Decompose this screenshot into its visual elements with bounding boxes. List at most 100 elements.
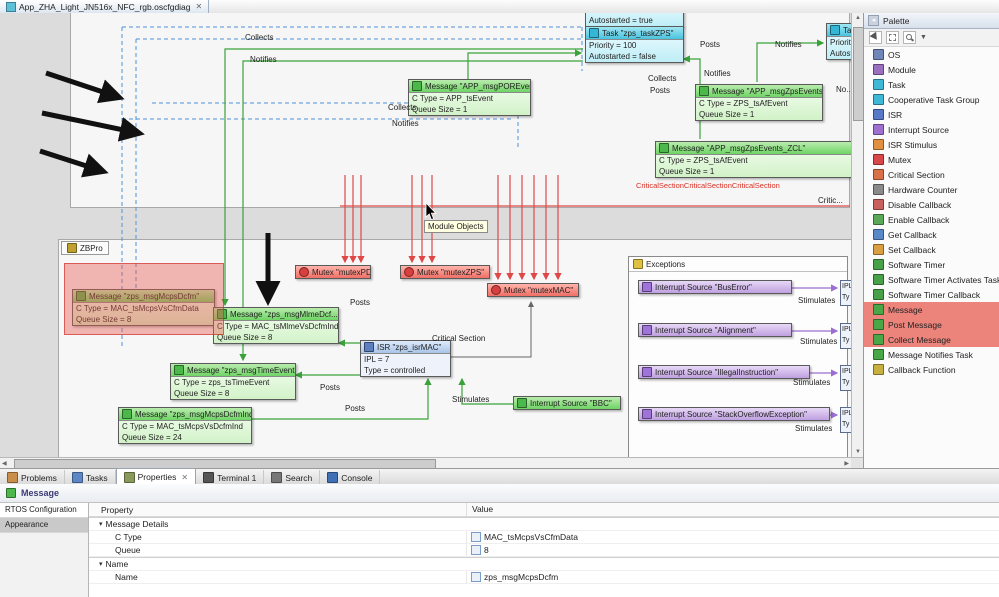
properties-nav: RTOS Configuration Appearance xyxy=(0,503,89,597)
select-tool-icon[interactable] xyxy=(869,31,882,44)
interrupt-source-icon xyxy=(873,124,884,135)
properties-nav-item[interactable]: RTOS Configuration xyxy=(0,503,88,518)
mutex-icon xyxy=(404,267,414,277)
close-icon[interactable]: ✕ xyxy=(196,2,203,11)
isr-node-clipped[interactable]: IPLTy xyxy=(840,323,851,349)
palette-item[interactable]: Message Notifies Task xyxy=(864,347,999,362)
palette-item[interactable]: ISR xyxy=(864,107,999,122)
interrupt-source-node-illegalinstruction[interactable]: Interrupt Source "IllegalInstruction" xyxy=(638,365,810,379)
task-node-right-clipped[interactable]: Task "z Priority = Autostar xyxy=(826,23,851,60)
property-row[interactable]: ▾ Queue 8 xyxy=(89,544,999,557)
palette-item[interactable]: ISR Stimulus xyxy=(864,137,999,152)
property-value-cell[interactable] xyxy=(466,518,999,530)
palette-item[interactable]: Get Callback xyxy=(864,227,999,242)
hardware-counter-icon xyxy=(873,184,884,195)
property-row[interactable]: ▾ Message Details xyxy=(89,517,999,531)
isr-node-clipped[interactable]: IPLTy xyxy=(840,407,851,433)
palette-item[interactable]: Message xyxy=(864,302,999,317)
palette-item[interactable]: Collect Message xyxy=(864,332,999,347)
cooperative-task-group-icon xyxy=(873,94,884,105)
mutex-node-mutexpdum[interactable]: Mutex "mutexPD..." xyxy=(295,265,371,279)
editor-tab-bar: App_ZHA_Light_JN516x_NFC_rgb.oscfgdiag ✕ xyxy=(0,0,999,14)
palette-item[interactable]: Enable Callback xyxy=(864,212,999,227)
palette-item[interactable]: Mutex xyxy=(864,152,999,167)
expand-triangle-icon[interactable]: ▾ xyxy=(99,560,103,568)
palette-item[interactable]: Software Timer Activates Task xyxy=(864,272,999,287)
palette-item[interactable]: Callback Function xyxy=(864,362,999,377)
palette-item[interactable]: Software Timer xyxy=(864,257,999,272)
palette-item[interactable]: Set Callback xyxy=(864,242,999,257)
property-value-cell[interactable]: MAC_tsMcpsVsCfmData xyxy=(466,531,999,543)
interrupt-source-node-buserror[interactable]: Interrupt Source "BusError" xyxy=(638,280,792,294)
message-node-app-msgporevents[interactable]: Message "APP_msgPOREven..." C Type = APP… xyxy=(408,79,531,116)
property-value-cell[interactable]: 8 xyxy=(466,544,999,556)
isr-node-clipped[interactable]: IPLTy xyxy=(840,365,851,391)
software-timer-icon xyxy=(873,259,884,270)
message-icon xyxy=(873,304,884,315)
property-row[interactable]: ▾ Name xyxy=(89,557,999,571)
message-node-zps-msgmlmedcfm[interactable]: Message "zps_msgMlmeDcf..." C Type = MAC… xyxy=(213,307,339,344)
mutex-icon xyxy=(873,154,884,165)
problems-icon xyxy=(7,472,18,483)
properties-table: Property Value ▾ Message Details C Type … xyxy=(89,503,999,597)
view-tab[interactable]: Console ✕ xyxy=(320,470,381,485)
view-tab[interactable]: Properties ✕ xyxy=(115,468,197,485)
interrupt-source-node-stackoverflowexception[interactable]: Interrupt Source "StackOverflowException… xyxy=(638,407,830,421)
mutex-node-mutexmac[interactable]: Mutex "mutexMAC" xyxy=(487,283,579,297)
palette-item[interactable]: Software Timer Callback xyxy=(864,287,999,302)
view-tab[interactable]: Problems ✕ xyxy=(0,470,65,485)
properties-view-body: RTOS Configuration Appearance Property V… xyxy=(0,503,999,597)
property-value-cell[interactable]: zps_msgMcpsDcfm xyxy=(466,571,999,583)
property-label: Message Details xyxy=(105,519,169,529)
palette-item[interactable]: Task xyxy=(864,77,999,92)
palette-item[interactable]: OS xyxy=(864,47,999,62)
interrupt-source-icon xyxy=(642,367,652,377)
post-message-icon xyxy=(873,319,884,330)
editor-tab[interactable]: App_ZHA_Light_JN516x_NFC_rgb.oscfgdiag ✕ xyxy=(0,0,210,13)
isr-node-zps-isrmac[interactable]: ISR "zps_isrMAC" IPL = 7 Type = controll… xyxy=(360,340,451,377)
property-row[interactable]: ▾ Name zps_msgMcpsDcfm xyxy=(89,571,999,584)
interrupt-source-icon xyxy=(642,325,652,335)
message-node-zps-msgmcpsdcfmind[interactable]: Message "zps_msgMcpsDcfmInd" C Type = MA… xyxy=(118,407,252,444)
message-node-zps-msgmcpsdcfm[interactable]: Message "zps_msgMcpsDcfm" C Type = MAC_t… xyxy=(72,289,215,326)
palette-item[interactable]: Cooperative Task Group xyxy=(864,92,999,107)
palette-header[interactable]: ◂ Palette xyxy=(864,13,999,29)
interrupt-source-icon xyxy=(642,282,652,292)
interrupt-source-node-alignment[interactable]: Interrupt Source "Alignment" xyxy=(638,323,792,337)
interrupt-source-node-bbc[interactable]: Interrupt Source "BBC" xyxy=(513,396,621,410)
expand-triangle-icon[interactable]: ▾ xyxy=(99,520,103,528)
view-tab[interactable]: Tasks ✕ xyxy=(65,470,116,485)
zoom-tool-icon[interactable] xyxy=(903,31,916,44)
property-row[interactable]: ▾ C Type MAC_tsMcpsVsCfmData xyxy=(89,531,999,544)
palette-item[interactable]: Post Message xyxy=(864,317,999,332)
mutex-node-mutexzps[interactable]: Mutex "mutexZPS" xyxy=(400,265,490,279)
view-tab[interactable]: Search ✕ xyxy=(264,470,321,485)
message-icon xyxy=(76,291,86,301)
chevron-down-icon[interactable]: ▼ xyxy=(920,34,927,41)
module-icon xyxy=(873,64,884,75)
view-tab[interactable]: Terminal 1 ✕ xyxy=(196,470,265,485)
task-icon xyxy=(873,79,884,90)
marquee-tool-icon[interactable] xyxy=(886,31,899,44)
message-node-zps-msgtimeevents[interactable]: Message "zps_msgTimeEvents" C Type = zps… xyxy=(170,363,296,400)
tasks-icon xyxy=(71,472,83,483)
close-icon[interactable]: ✕ xyxy=(181,473,188,482)
property-value: zps_msgMcpsDcfm xyxy=(484,572,559,582)
collapse-palette-icon[interactable]: ◂ xyxy=(868,15,879,26)
palette-item[interactable]: Interrupt Source xyxy=(864,122,999,137)
isr-node-clipped[interactable]: IPLTy xyxy=(840,280,851,306)
palette-item[interactable]: Disable Callback xyxy=(864,197,999,212)
palette-item[interactable]: Hardware Counter xyxy=(864,182,999,197)
software-timer-callback-icon xyxy=(873,289,884,300)
palette-item[interactable]: Critical Section xyxy=(864,167,999,182)
palette-item[interactable]: Module xyxy=(864,62,999,77)
diagram-canvas[interactable]: ZBPro Exceptions Autostarted = true Task… xyxy=(0,13,851,457)
column-header-property: Property xyxy=(101,504,134,515)
message-node-app-msgzpsevents[interactable]: Message "APP_msgZpsEvents" C Type = ZPS_… xyxy=(695,84,823,121)
properties-nav-item[interactable]: Appearance xyxy=(0,518,88,533)
task-node-zps-taskzps[interactable]: Task "zps_taskZPS" Priority = 100 Autost… xyxy=(585,26,684,63)
task-node-clipped[interactable]: Autostarted = true xyxy=(585,13,684,27)
property-value-cell[interactable] xyxy=(466,558,999,570)
message-node-app-msgzpsevents-zcl[interactable]: Message "APP_msgZpsEvents_ZCL" C Type = … xyxy=(655,141,851,178)
mutex-icon xyxy=(491,285,501,295)
